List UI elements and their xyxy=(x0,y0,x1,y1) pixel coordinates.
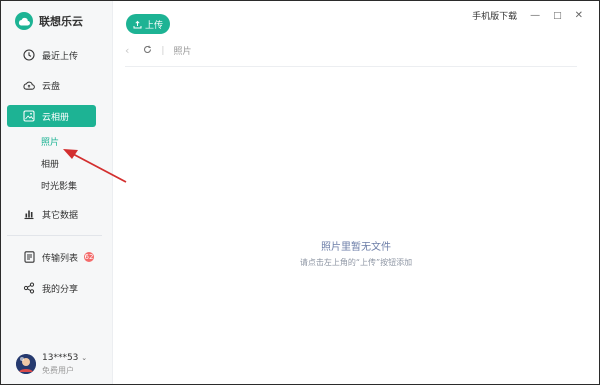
maximize-icon[interactable]: □ xyxy=(553,11,562,21)
sidebar-item-label: 其它数据 xyxy=(42,210,79,221)
chevron-down-icon: ⌄ xyxy=(81,354,88,362)
clock-icon xyxy=(23,49,35,61)
sidebar-divider xyxy=(7,235,102,236)
sidebar-item-transfer-list[interactable]: 传输列表 62 xyxy=(7,246,96,268)
sidebar-item-label: 传输列表 xyxy=(42,253,79,264)
sidebar-item-cloud-drive[interactable]: 云盘 xyxy=(7,74,96,96)
avatar[interactable] xyxy=(16,354,36,374)
close-icon[interactable]: ✕ xyxy=(575,10,583,21)
sidebar: 联想乐云 最近上传 云盘 云相册 照片 相册 时光影集 其它数据 传输列表 62… xyxy=(1,1,113,384)
refresh-icon[interactable] xyxy=(143,45,152,57)
album-icon xyxy=(23,110,35,122)
breadcrumb-current: 照片 xyxy=(173,47,192,57)
transfer-count-badge: 62 xyxy=(84,252,94,262)
app-window: 联想乐云 最近上传 云盘 云相册 照片 相册 时光影集 其它数据 传输列表 62… xyxy=(0,0,600,385)
sidebar-item-label: 云盘 xyxy=(42,81,61,92)
back-icon[interactable]: ‹ xyxy=(125,44,129,57)
sidebar-item-label: 最近上传 xyxy=(42,51,79,62)
sidebar-item-label: 云相册 xyxy=(42,112,70,123)
minimize-icon[interactable]: — xyxy=(530,10,540,21)
sidebar-item-other-data[interactable]: 其它数据 xyxy=(7,203,96,225)
app-name: 联想乐云 xyxy=(39,15,83,28)
brand: 联想乐云 xyxy=(15,11,83,31)
sub-item-photos[interactable]: 照片 xyxy=(41,135,59,148)
username[interactable]: 13***53 ⌄ xyxy=(42,353,87,363)
title-bar-controls: 手机版下载 — □ ✕ xyxy=(472,9,583,22)
breadcrumb: ‹ | 照片 xyxy=(125,44,191,57)
main-panel: 上传 手机版下载 — □ ✕ ‹ | 照片 照片里暂无文件 请点击左上角的“上传… xyxy=(113,1,599,384)
upload-icon xyxy=(133,20,142,28)
sidebar-item-my-shares[interactable]: 我的分享 xyxy=(7,277,96,299)
bar-chart-icon xyxy=(23,208,35,220)
sub-item-time-collection[interactable]: 时光影集 xyxy=(41,179,77,192)
sidebar-item-recent-uploads[interactable]: 最近上传 xyxy=(7,44,96,66)
sidebar-item-cloud-album[interactable]: 云相册 xyxy=(7,105,96,127)
username-text: 13***53 xyxy=(42,353,79,363)
upload-button[interactable]: 上传 xyxy=(126,14,170,34)
empty-state-title: 照片里暂无文件 xyxy=(321,242,391,253)
header-divider xyxy=(125,66,577,67)
mobile-download-link[interactable]: 手机版下载 xyxy=(472,9,517,22)
account-type: 免费用户 xyxy=(42,366,74,375)
sub-item-albums[interactable]: 相册 xyxy=(41,157,59,170)
empty-state-subtitle: 请点击左上角的“上传”按钮添加 xyxy=(299,258,413,267)
upload-label: 上传 xyxy=(144,20,163,31)
cloud-icon xyxy=(23,79,35,91)
transfer-list-icon xyxy=(23,251,35,263)
sidebar-item-label: 我的分享 xyxy=(42,284,79,295)
cloud-logo-icon xyxy=(15,12,33,30)
share-icon xyxy=(23,282,35,294)
breadcrumb-separator: | xyxy=(161,45,165,56)
